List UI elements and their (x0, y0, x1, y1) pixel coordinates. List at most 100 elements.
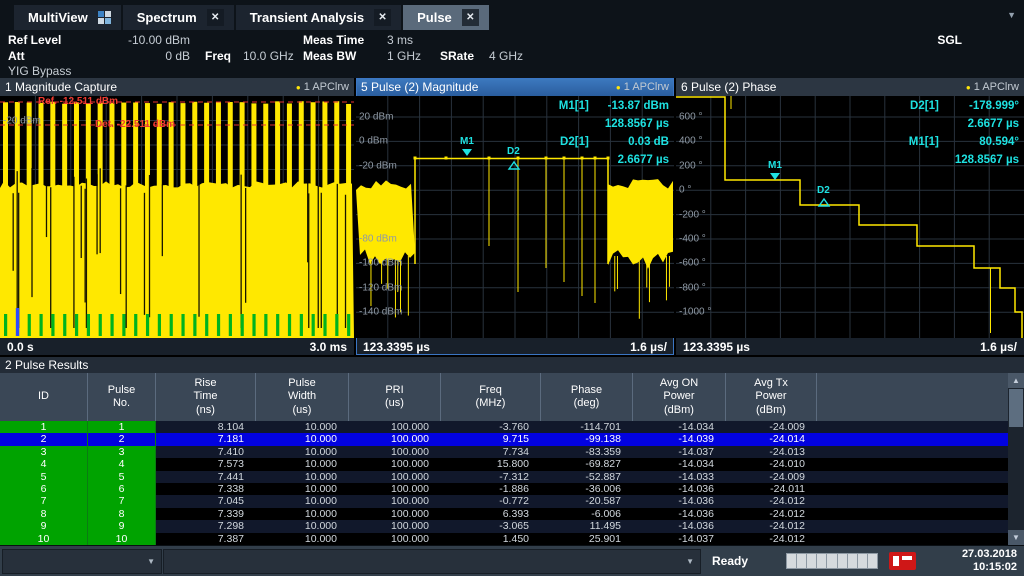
marker-m1-label[interactable]: M1 (768, 160, 782, 171)
y-axis-tick: 0 dBm (359, 136, 388, 147)
cell-1: 4 (88, 458, 156, 470)
pulse-results-body: 118.10410.000100.000-3.760-114.701-14.03… (0, 421, 1024, 545)
cell-8: -24.011 (726, 483, 817, 495)
time: 10:15:02 (962, 561, 1017, 574)
x-start: 0.0 s (7, 340, 34, 354)
table-row[interactable]: 227.18110.000100.0009.715-99.138-14.039-… (0, 433, 1024, 445)
readout-marker-value: 2.6677 µs (955, 115, 1019, 133)
tab-spectrum[interactable]: Spectrum✕ (123, 5, 234, 30)
table-row[interactable]: 447.57310.000100.00015.800-69.827-14.034… (0, 458, 1024, 470)
table-row[interactable]: 667.33810.000100.000-1.886-36.006-14.036… (0, 483, 1024, 495)
datetime: 27.03.2018 10:15:02 (962, 548, 1017, 574)
cell-2: 7.338 (156, 483, 256, 495)
meas-bw-value: 1 GHz (387, 49, 421, 63)
multiview-grid-icon (98, 11, 111, 24)
scroll-up-icon[interactable]: ▲ (1008, 373, 1024, 388)
table-row[interactable]: 10107.38710.000100.0001.45025.901-14.037… (0, 533, 1024, 545)
marker-d2-label[interactable]: D2 (507, 146, 520, 157)
pulse-magnitude-titlebar[interactable]: 5 Pulse (2) Magnitude ●1 APClrw (356, 78, 674, 96)
cell-7: -14.036 (633, 495, 726, 507)
srate-label: SRate (440, 49, 474, 63)
cell-3: 10.000 (256, 471, 349, 483)
window-pulse-phase: 6 Pulse (2) Phase ●1 APClrw 600 °400 °20… (676, 78, 1024, 355)
window-magnitude-capture: 1 Magnitude Capture ●1 APClrw Ref. -12.5… (0, 78, 354, 355)
cell-5: -1.886 (441, 483, 541, 495)
column-header-6: Phase (deg) (541, 373, 633, 421)
readout-marker-name: M1[1] (909, 133, 939, 151)
y-axis-tick: 20 dBm (359, 112, 393, 123)
column-header-0: ID (0, 373, 88, 421)
cell-3: 10.000 (256, 446, 349, 458)
close-icon[interactable]: ✕ (207, 9, 224, 26)
cell-1: 10 (88, 533, 156, 545)
cell-8: -24.009 (726, 421, 817, 433)
table-scrollbar[interactable]: ▲ ▼ (1008, 373, 1024, 545)
pulse-results-header: IDPulse No.Rise Time (ns)Pulse Width (us… (0, 373, 1024, 421)
y-axis-tick: -600 ° (679, 258, 706, 269)
cell-7: -14.034 (633, 458, 726, 470)
tab-transient-analysis[interactable]: Transient Analysis ✕ (236, 5, 401, 30)
cell-6: 25.901 (541, 533, 633, 545)
cell-0: 6 (0, 483, 88, 495)
marker-d2-label[interactable]: D2 (817, 185, 830, 196)
cell-5: 1.450 (441, 533, 541, 545)
table-row[interactable]: 997.29810.000100.000-3.06511.495-14.036-… (0, 520, 1024, 532)
table-row[interactable]: 557.44110.000100.000-7.312-52.887-14.033… (0, 471, 1024, 483)
yig-bypass-label: YIG Bypass (8, 64, 71, 78)
tab-multiview[interactable]: MultiView (14, 5, 121, 30)
readout-marker-value: 0.03 dB (605, 133, 669, 151)
marker-m1-label[interactable]: M1 (460, 136, 474, 147)
cell-2: 7.573 (156, 458, 256, 470)
cell-1: 2 (88, 433, 156, 445)
table-row[interactable]: 887.33910.000100.0006.393-6.006-14.036-2… (0, 508, 1024, 520)
readout-marker-value: 2.6677 µs (605, 151, 669, 169)
cell-6: -114.701 (541, 421, 633, 433)
dropdown-icon: ▼ (147, 557, 155, 566)
readout-marker-name: D2[1] (909, 97, 939, 115)
pulse-phase-titlebar[interactable]: 6 Pulse (2) Phase ●1 APClrw (676, 78, 1024, 96)
att-value: 0 dB (128, 49, 190, 63)
tab-label: Transient Analysis (250, 10, 364, 25)
y-axis-tick: -100 dBm (359, 258, 402, 269)
trace-label: ●1 APClrw (966, 81, 1019, 93)
cell-0: 3 (0, 446, 88, 458)
close-icon[interactable]: ✕ (374, 9, 391, 26)
scroll-down-icon[interactable]: ▼ (1008, 530, 1024, 545)
cell-5: 15.800 (441, 458, 541, 470)
table-row[interactable]: 777.04510.000100.000-0.772-20.587-14.036… (0, 495, 1024, 507)
cell-7: -14.033 (633, 471, 726, 483)
x-start: 123.3395 µs (683, 340, 750, 354)
cell-0: 5 (0, 471, 88, 483)
tab-menu-icon[interactable]: ▼ (1007, 10, 1016, 20)
cell-7: -14.036 (633, 508, 726, 520)
magnitude-capture-titlebar[interactable]: 1 Magnitude Capture ●1 APClrw (0, 78, 354, 96)
progress-bar (786, 553, 878, 569)
table-row[interactable]: 118.10410.000100.000-3.760-114.701-14.03… (0, 421, 1024, 433)
trace-label: ●1 APClrw (616, 81, 669, 93)
cell-8: -24.012 (726, 508, 817, 520)
table-row[interactable]: 337.41010.000100.0007.734-83.359-14.037-… (0, 446, 1024, 458)
readout-marker-value: 128.8567 µs (605, 115, 669, 133)
close-icon[interactable]: ✕ (462, 9, 479, 26)
pulse-phase-title: 6 Pulse (2) Phase (681, 80, 776, 94)
cell-0: 4 (0, 458, 88, 470)
tab-pulse[interactable]: Pulse✕ (403, 5, 489, 30)
magnitude-capture-footer: 0.0 s 3.0 ms (0, 338, 354, 355)
status-dropdown-left[interactable]: ▼ (2, 549, 162, 574)
cell-filler (817, 458, 1008, 470)
status-dropdown-main[interactable]: ▼ (163, 549, 701, 574)
x-scale: 1.6 µs/ (630, 340, 667, 354)
cell-6: -83.359 (541, 446, 633, 458)
scrollbar-thumb[interactable] (1009, 389, 1023, 427)
sgl-badge: SGL (937, 33, 962, 47)
cell-0: 8 (0, 508, 88, 520)
y-axis-tick: 0 ° (679, 185, 691, 196)
cell-filler (817, 533, 1008, 545)
cell-8: -24.009 (726, 471, 817, 483)
column-header-filler (817, 373, 1024, 421)
cell-6: -99.138 (541, 433, 633, 445)
readout-marker-value: 80.594° (955, 133, 1019, 151)
pulse-magnitude-footer: 123.3395 µs 1.6 µs/ (356, 338, 674, 355)
cell-3: 10.000 (256, 421, 349, 433)
cell-3: 10.000 (256, 483, 349, 495)
